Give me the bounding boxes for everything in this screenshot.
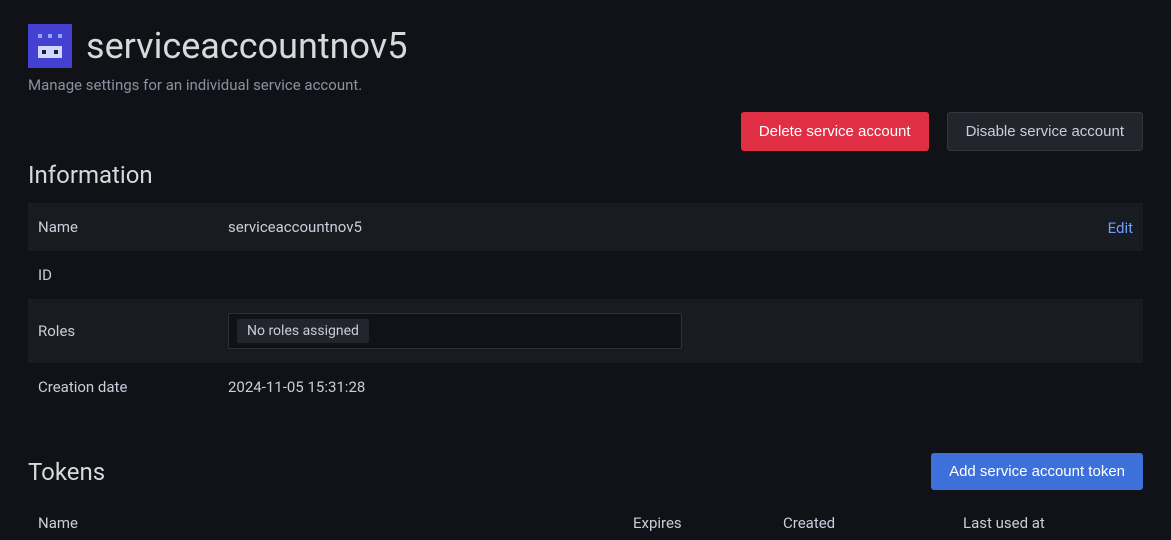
service-account-avatar-icon xyxy=(28,24,72,68)
tokens-section-title: Tokens xyxy=(28,458,105,486)
information-section-title: Information xyxy=(28,161,1143,189)
tokens-col-expires: Expires xyxy=(633,514,783,532)
page-title: serviceaccountnov5 xyxy=(86,25,407,67)
creation-date-label: Creation date xyxy=(38,378,228,396)
info-row-name: Name serviceaccountnov5 Edit xyxy=(28,203,1143,251)
tokens-table-header: Name Expires Created Last used at xyxy=(28,506,1143,540)
id-label: ID xyxy=(38,266,228,284)
disable-service-account-button[interactable]: Disable service account xyxy=(947,112,1143,151)
name-value: serviceaccountnov5 xyxy=(228,218,1108,236)
tokens-col-name: Name xyxy=(38,514,633,532)
edit-name-link[interactable]: Edit xyxy=(1108,219,1133,237)
roles-label: Roles xyxy=(38,322,228,340)
creation-date-value: 2024-11-05 15:31:28 xyxy=(228,378,1133,396)
information-table: Name serviceaccountnov5 Edit ID Roles No… xyxy=(28,203,1143,411)
roles-input[interactable]: No roles assigned xyxy=(228,313,682,349)
tokens-col-last-used: Last used at xyxy=(963,514,1133,532)
no-roles-chip: No roles assigned xyxy=(237,319,369,343)
info-row-id: ID xyxy=(28,251,1143,299)
tokens-col-created: Created xyxy=(783,514,963,532)
name-label: Name xyxy=(38,218,228,236)
info-row-roles: Roles No roles assigned xyxy=(28,299,1143,363)
info-row-creation-date: Creation date 2024-11-05 15:31:28 xyxy=(28,363,1143,411)
page-subtitle: Manage settings for an individual servic… xyxy=(28,76,1143,94)
delete-service-account-button[interactable]: Delete service account xyxy=(741,112,929,151)
add-service-account-token-button[interactable]: Add service account token xyxy=(931,453,1143,490)
